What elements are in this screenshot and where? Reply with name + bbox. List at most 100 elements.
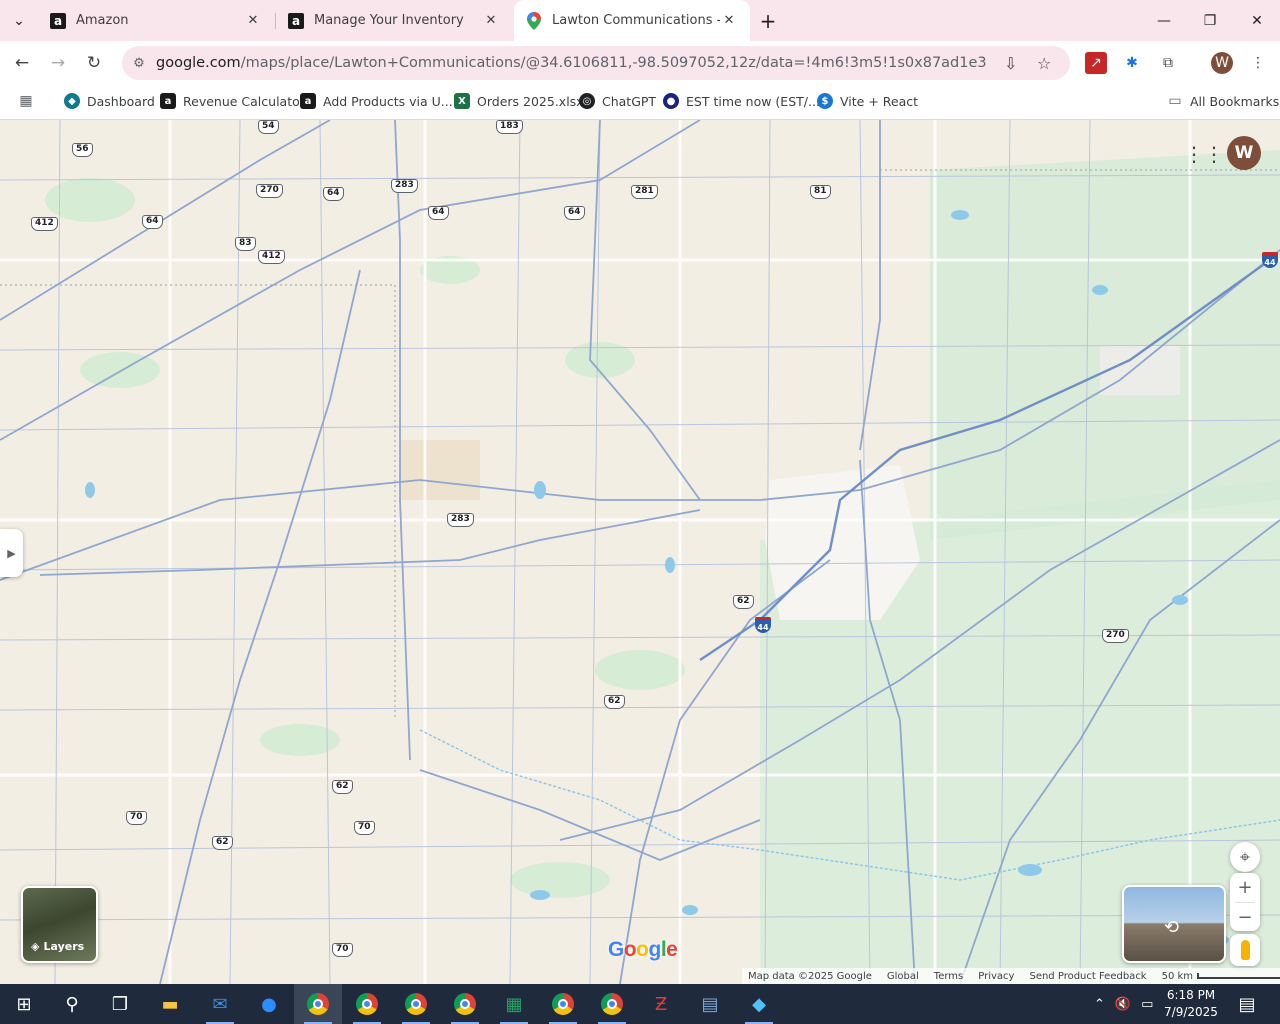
network-icon[interactable]: ▭ xyxy=(1141,997,1153,1012)
pegman-street-view-icon[interactable] xyxy=(1230,934,1260,966)
tab-manage-inventory[interactable]: a Manage Your Inventory ✕ xyxy=(276,0,512,41)
chrome-button-active[interactable] xyxy=(294,984,342,1024)
excel-button[interactable]: ▦ xyxy=(490,984,538,1024)
file-explorer-button[interactable]: ▬ xyxy=(146,984,194,1024)
route-shield: 64 xyxy=(142,215,163,229)
app-button[interactable]: ◆ xyxy=(735,984,783,1024)
route-shield: 70 xyxy=(354,821,375,835)
global-link[interactable]: Global xyxy=(887,971,919,982)
close-window-button[interactable]: ✕ xyxy=(1234,0,1280,41)
bookmark-label: EST time now (EST/... xyxy=(686,93,820,109)
chrome-profile-button[interactable] xyxy=(441,984,489,1024)
more-menu-icon[interactable]: ⋮ xyxy=(1247,52,1269,74)
expand-side-panel-button[interactable]: ▶ xyxy=(0,529,23,577)
calculator-button[interactable]: ▤ xyxy=(686,984,734,1024)
bookmark-label: ChatGPT xyxy=(602,93,657,109)
bookmark-label: Vite + React xyxy=(840,93,919,109)
bookmark-vite-react[interactable]: $ Vite + React xyxy=(817,93,918,109)
route-shield: 81 xyxy=(810,185,831,199)
bookmarks-bar: ▦ ◆ Dashboard a Revenue Calculator a Add Pr… xyxy=(0,86,1280,120)
bookmark-chatgpt[interactable]: ◎ ChatGPT xyxy=(579,93,656,109)
url-host: google.com xyxy=(156,55,241,71)
close-tab-icon[interactable]: ✕ xyxy=(244,13,262,28)
bookmark-add-products[interactable]: a Add Products via U... xyxy=(300,93,453,109)
folder-icon: ▬ xyxy=(161,993,179,1015)
route-shield: 270 xyxy=(256,184,283,198)
map-canvas[interactable]: 54 183 56 270 64 283 64 281 64 81 412 64… xyxy=(0,120,1280,984)
diamond-app-icon: ◆ xyxy=(752,993,766,1015)
extension-icon[interactable]: ✱ xyxy=(1121,52,1143,74)
feedback-link[interactable]: Send Product Feedback xyxy=(1029,971,1146,982)
zoom-out-button[interactable]: − xyxy=(1230,903,1260,932)
dashboard-icon: ◆ xyxy=(64,93,80,109)
my-location-button[interactable]: ⌖ xyxy=(1230,842,1260,872)
profile-avatar[interactable]: W xyxy=(1211,52,1233,74)
bookmark-label: Revenue Calculator xyxy=(183,93,305,109)
privacy-link[interactable]: Privacy xyxy=(978,971,1014,982)
filezilla-icon: Ƶ xyxy=(654,993,668,1015)
all-bookmarks-button[interactable]: ▭ All Bookmarks xyxy=(1167,93,1279,109)
bookmark-orders-xlsx[interactable]: X Orders 2025.xlsx xyxy=(454,93,584,109)
minimize-button[interactable]: — xyxy=(1141,0,1187,41)
new-tab-button[interactable]: + xyxy=(750,0,786,41)
tab-title: Amazon xyxy=(76,13,129,28)
reload-button[interactable]: ↻ xyxy=(79,48,109,78)
show-hidden-icons-icon[interactable]: ⌃ xyxy=(1094,997,1105,1012)
start-button[interactable]: ⊞ xyxy=(0,984,48,1024)
tab-amazon[interactable]: a Amazon ✕ xyxy=(38,0,274,41)
search-button[interactable]: ⚲ xyxy=(48,984,96,1024)
chrome-profile-button[interactable] xyxy=(539,984,587,1024)
route-shield: 281 xyxy=(631,185,658,199)
google-account-avatar[interactable]: W xyxy=(1227,136,1261,170)
close-tab-icon[interactable]: ✕ xyxy=(720,13,738,28)
zoom-in-button[interactable]: + xyxy=(1230,873,1260,902)
amazon-icon: a xyxy=(300,93,316,109)
calculator-icon: ▤ xyxy=(701,993,719,1015)
taskbar-clock[interactable]: 6:18 PM 7/9/2025 xyxy=(1160,987,1222,1021)
tab-lawton-communications[interactable]: Lawton Communications - Goo ✕ xyxy=(514,0,750,41)
address-bar[interactable]: ⚙ google.com/maps/place/Lawton+Communica… xyxy=(122,46,1070,80)
route-shield: 83 xyxy=(235,237,256,251)
route-shield: 70 xyxy=(126,811,147,825)
globe-icon: ● xyxy=(663,93,679,109)
street-view-thumbnail[interactable]: ⟲ xyxy=(1122,885,1226,963)
url-text[interactable]: google.com/maps/place/Lawton+Communicati… xyxy=(156,55,986,71)
bookmark-est-time[interactable]: ● EST time now (EST/... xyxy=(663,93,820,109)
filezilla-button[interactable]: Ƶ xyxy=(637,984,685,1024)
amazon-icon: a xyxy=(160,93,176,109)
route-shield: 54 xyxy=(258,120,279,134)
route-shield: 62 xyxy=(332,780,353,794)
scale-bar[interactable]: 50 km xyxy=(1162,971,1280,982)
outlook-icon: ✉ xyxy=(212,993,228,1015)
forward-button[interactable]: → xyxy=(43,48,73,78)
bookmark-revenue-calculator[interactable]: a Revenue Calculator xyxy=(160,93,305,109)
site-info-icon[interactable]: ⚙ xyxy=(122,56,156,71)
chrome-icon xyxy=(552,993,574,1015)
volume-muted-icon[interactable]: 🔇 xyxy=(1115,997,1131,1012)
chrome-profile-button[interactable] xyxy=(343,984,391,1024)
bookmark-star-icon[interactable]: ☆ xyxy=(1037,54,1051,73)
extensions-puzzle-icon[interactable]: ⧉ xyxy=(1157,52,1179,74)
pdf-extension-icon[interactable]: ↗ xyxy=(1085,52,1107,74)
all-bookmarks-label: All Bookmarks xyxy=(1190,93,1280,109)
chrome-profile-button[interactable] xyxy=(588,984,636,1024)
outlook-button[interactable]: ✉ xyxy=(196,984,244,1024)
close-tab-icon[interactable]: ✕ xyxy=(482,13,500,28)
excel-icon: ▦ xyxy=(505,993,523,1015)
apps-grid-icon[interactable]: ▦ xyxy=(18,93,41,109)
task-view-button[interactable]: ❐ xyxy=(96,984,144,1024)
notifications-button[interactable]: ▤ xyxy=(1224,984,1270,1024)
route-shield: 56 xyxy=(72,143,93,157)
layers-button[interactable]: ◈ Layers xyxy=(21,886,98,963)
maximize-button[interactable]: ❐ xyxy=(1187,0,1233,41)
chrome-profile-button[interactable] xyxy=(392,984,440,1024)
tab-search-icon[interactable]: ⌄ xyxy=(0,0,38,41)
back-button[interactable]: ← xyxy=(7,48,37,78)
terms-link[interactable]: Terms xyxy=(934,971,963,982)
search-icon: ⚲ xyxy=(65,993,79,1015)
install-app-icon[interactable]: ⇩ xyxy=(1004,54,1017,73)
zoom-button[interactable]: ● xyxy=(245,984,293,1024)
bookmark-dashboard[interactable]: ◆ Dashboard xyxy=(64,93,155,109)
crosshair-icon: ⌖ xyxy=(1239,846,1251,868)
interstate-shield: 44 xyxy=(1262,252,1278,268)
